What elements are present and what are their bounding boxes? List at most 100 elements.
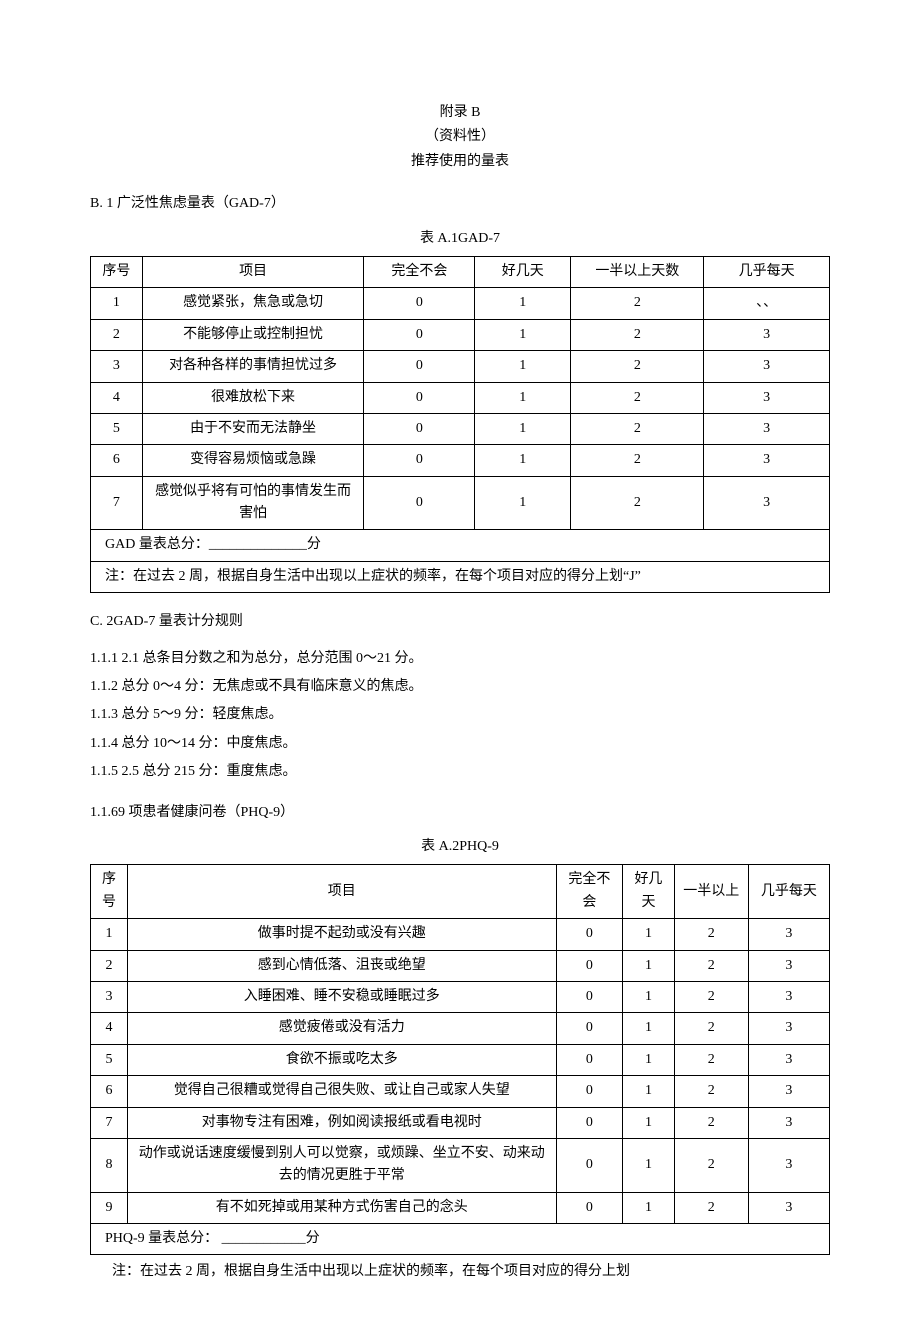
- gad-table-caption: 表 A.1GAD-7: [90, 228, 830, 250]
- scoring-rules: 1.1.1 2.1 总条目分数之和为总分，总分范围 0～21 分。 1.1.2 …: [90, 648, 830, 784]
- phq-cell-item: 入睡困难、睡不安稳或睡眠过多: [127, 981, 556, 1012]
- gad-cell-item: 变得容易烦恼或急躁: [142, 445, 364, 476]
- phq-cell-score: 3: [748, 1107, 829, 1138]
- phq-cell-item: 觉得自己很糟或觉得自己很失败、或让自己或家人失望: [127, 1076, 556, 1107]
- phq-cell-score: 1: [623, 1013, 675, 1044]
- gad-cell-score: 3: [704, 476, 830, 530]
- phq-header-never: 完全不会: [556, 865, 623, 919]
- phq-cell-score: 3: [748, 1044, 829, 1075]
- doc-type-label: （资料性）: [90, 126, 830, 148]
- gad-cell-score: 2: [571, 382, 704, 413]
- phq-row: 7对事物专注有困难，例如阅读报纸或看电视时0123: [91, 1107, 830, 1138]
- phq-table: 序号 项目 完全不会 好几天 一半以上 几乎每天 1做事时提不起劲或没有兴趣01…: [90, 864, 830, 1255]
- phq-header-index: 序号: [91, 865, 128, 919]
- phq-cell-item: 感觉疲倦或没有活力: [127, 1013, 556, 1044]
- phq-cell-score: 3: [748, 1192, 829, 1223]
- phq-cell-score: 1: [623, 919, 675, 950]
- gad-cell-item: 对各种各样的事情担忧过多: [142, 351, 364, 382]
- gad-cell-index: 3: [91, 351, 143, 382]
- phq-row: 2感到心情低落、沮丧或绝望0123: [91, 950, 830, 981]
- gad-cell-score: 2: [571, 351, 704, 382]
- phq-cell-score: 0: [556, 1013, 623, 1044]
- gad-cell-score: 2: [571, 319, 704, 350]
- phq-cell-score: 1: [623, 981, 675, 1012]
- phq-cell-score: 3: [748, 1138, 829, 1192]
- phq-cell-score: 3: [748, 950, 829, 981]
- gad-cell-score: 1: [475, 382, 571, 413]
- gad-cell-item: 感觉似乎将有可怕的事情发生而害怕: [142, 476, 364, 530]
- gad-cell-score: 3: [704, 445, 830, 476]
- phq-row: 5食欲不振或吃太多0123: [91, 1044, 830, 1075]
- gad-cell-score: 1: [475, 351, 571, 382]
- gad-cell-score: 0: [364, 476, 475, 530]
- gad-note-cell: 注：在过去 2 周，根据自身生活中出现以上症状的频率，在每个项目对应的得分上划“…: [91, 561, 830, 592]
- rule-line: 1.1.3 总分 5～9 分：轻度焦虑。: [90, 704, 830, 726]
- phq-header-item: 项目: [127, 865, 556, 919]
- gad-cell-score: 0: [364, 351, 475, 382]
- document-header: 附录 B （资料性） 推荐使用的量表: [90, 102, 830, 173]
- phq-cell-item: 食欲不振或吃太多: [127, 1044, 556, 1075]
- phq-cell-score: 1: [623, 1138, 675, 1192]
- gad-cell-score: 3: [704, 351, 830, 382]
- phq-cell-index: 4: [91, 1013, 128, 1044]
- gad-cell-score: 0: [364, 382, 475, 413]
- gad-cell-score: 1: [475, 319, 571, 350]
- phq-cell-score: 2: [674, 1013, 748, 1044]
- phq-total-cell: PHQ-9 量表总分： ____________分: [91, 1224, 830, 1255]
- phq-cell-score: 0: [556, 1192, 623, 1223]
- phq-cell-index: 9: [91, 1192, 128, 1223]
- gad-cell-score: 0: [364, 319, 475, 350]
- gad-cell-score: 1: [475, 476, 571, 530]
- phq-cell-score: 2: [674, 1044, 748, 1075]
- gad-cell-index: 2: [91, 319, 143, 350]
- doc-title: 推荐使用的量表: [90, 151, 830, 173]
- appendix-label: 附录 B: [90, 102, 830, 124]
- phq-row: 8动作或说话速度缓慢到别人可以觉察，或烦躁、坐立不安、动来动去的情况更胜于平常0…: [91, 1138, 830, 1192]
- gad-cell-score: 2: [571, 445, 704, 476]
- gad-header-half: 一半以上天数: [571, 256, 704, 287]
- phq-cell-index: 5: [91, 1044, 128, 1075]
- phq-cell-score: 0: [556, 1044, 623, 1075]
- gad-total-row: GAD 量表总分：______________分: [91, 530, 830, 561]
- phq-header-row: 序号 项目 完全不会 好几天 一半以上 几乎每天: [91, 865, 830, 919]
- phq-cell-score: 1: [623, 950, 675, 981]
- phq-cell-score: 2: [674, 1138, 748, 1192]
- phq-cell-index: 3: [91, 981, 128, 1012]
- rule-line: 1.1.2 总分 0～4 分：无焦虑或不具有临床意义的焦虑。: [90, 676, 830, 698]
- phq-cell-score: 3: [748, 1013, 829, 1044]
- phq-cell-item: 感到心情低落、沮丧或绝望: [127, 950, 556, 981]
- gad-header-never: 完全不会: [364, 256, 475, 287]
- gad-header-item: 项目: [142, 256, 364, 287]
- phq-cell-score: 1: [623, 1192, 675, 1223]
- gad-cell-index: 5: [91, 413, 143, 444]
- phq-cell-score: 0: [556, 981, 623, 1012]
- gad-cell-score: 0: [364, 445, 475, 476]
- gad-note-row: 注：在过去 2 周，根据自身生活中出现以上症状的频率，在每个项目对应的得分上划“…: [91, 561, 830, 592]
- rule-line: 1.1.5 2.5 总分 215 分：重度焦虑。: [90, 761, 830, 783]
- phq-cell-item: 做事时提不起劲或没有兴趣: [127, 919, 556, 950]
- phq-header-several: 好几天: [623, 865, 675, 919]
- phq-cell-score: 3: [748, 1076, 829, 1107]
- gad-row: 3对各种各样的事情担忧过多0123: [91, 351, 830, 382]
- gad-row: 4很难放松下来0123: [91, 382, 830, 413]
- gad-cell-item: 很难放松下来: [142, 382, 364, 413]
- phq-cell-index: 6: [91, 1076, 128, 1107]
- phq-cell-score: 0: [556, 1138, 623, 1192]
- phq-cell-index: 1: [91, 919, 128, 950]
- phq-cell-score: 2: [674, 1107, 748, 1138]
- phq-row: 9有不如死掉或用某种方式伤害自己的念头0123: [91, 1192, 830, 1223]
- phq-cell-index: 2: [91, 950, 128, 981]
- gad-cell-index: 4: [91, 382, 143, 413]
- gad-cell-score: 0: [364, 288, 475, 319]
- gad-table: 序号 项目 完全不会 好几天 一半以上天数 几乎每天 1感觉紧张，焦急或急切01…: [90, 256, 830, 593]
- phq-header-daily: 几乎每天: [748, 865, 829, 919]
- gad-row: 6变得容易烦恼或急躁0123: [91, 445, 830, 476]
- phq-cell-score: 0: [556, 919, 623, 950]
- gad-cell-score: 、、: [704, 288, 830, 319]
- phq-cell-item: 对事物专注有困难，例如阅读报纸或看电视时: [127, 1107, 556, 1138]
- gad-cell-score: 3: [704, 413, 830, 444]
- phq-cell-score: 2: [674, 981, 748, 1012]
- phq-header-half: 一半以上: [674, 865, 748, 919]
- phq-cell-score: 3: [748, 981, 829, 1012]
- phq-total-row: PHQ-9 量表总分： ____________分: [91, 1224, 830, 1255]
